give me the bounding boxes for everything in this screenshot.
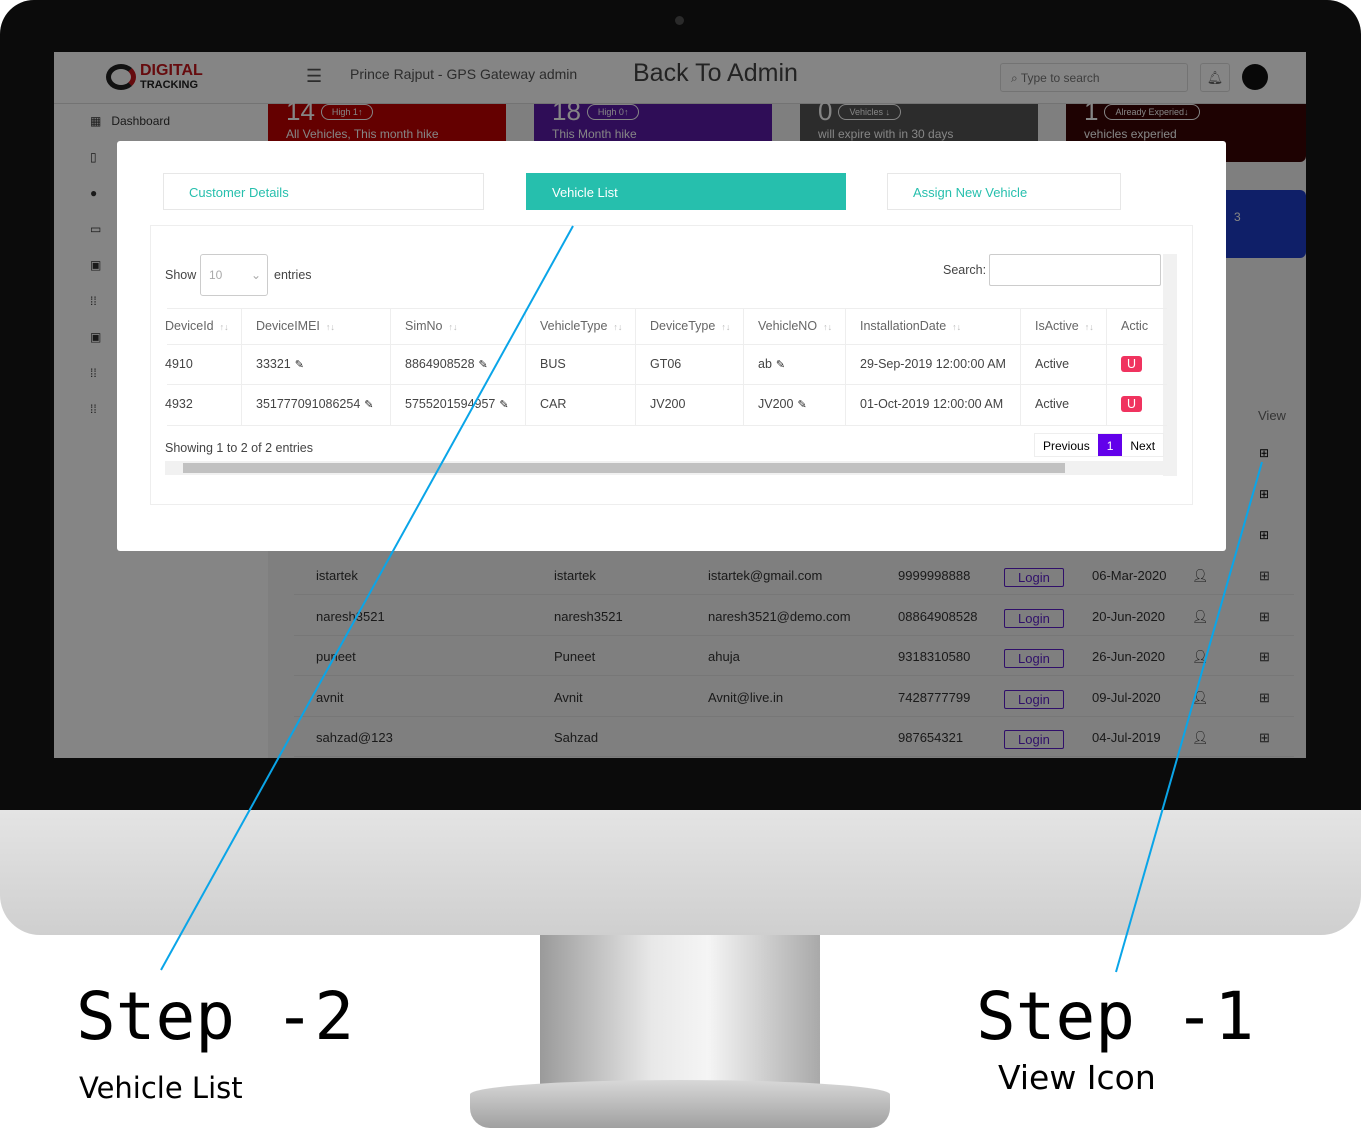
annotation-lines xyxy=(160,225,1263,973)
step2-subtitle: Vehicle List xyxy=(79,1071,243,1105)
step1-title: Step -1 xyxy=(976,978,1255,1055)
step1-subtitle: View Icon xyxy=(998,1058,1156,1097)
step1-pointer-line xyxy=(1115,461,1263,973)
step2-pointer-line xyxy=(160,225,574,971)
step2-title: Step -2 xyxy=(76,978,355,1055)
